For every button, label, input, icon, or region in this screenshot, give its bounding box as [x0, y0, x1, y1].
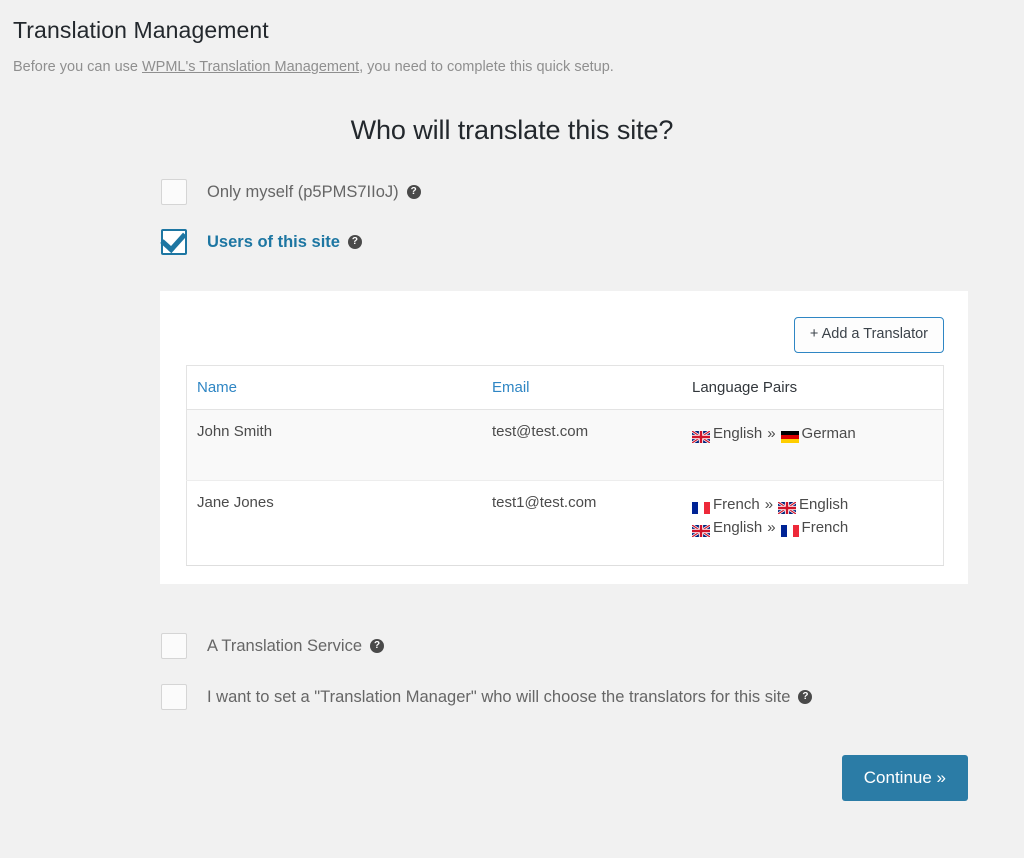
column-header-language-pairs: Language Pairs: [682, 365, 944, 410]
wpml-translation-management-link[interactable]: WPML's Translation Management: [142, 59, 359, 75]
option-text-users-of-this-site: Users of this site: [207, 232, 340, 251]
flag-fr-icon: [692, 499, 710, 514]
translators-table-header-row: Name Email Language Pairs: [186, 365, 944, 410]
checkbox-translation-service[interactable]: [161, 633, 187, 659]
language-to: French: [801, 518, 849, 536]
flag-fr-icon: [780, 522, 799, 537]
pair-arrow-icon: »: [764, 495, 774, 513]
column-header-name[interactable]: Name: [186, 365, 482, 410]
checkbox-translation-manager[interactable]: [161, 684, 187, 710]
translator-options-group: Only myself (p5PMS7IIoJ) ? Users of this…: [0, 176, 1024, 258]
language-from: French: [713, 495, 760, 513]
option-text-only-myself: Only myself (p5PMS7IIoJ): [207, 182, 399, 201]
continue-button-wrap: Continue »: [841, 755, 968, 801]
cell-name: John Smith: [186, 409, 482, 481]
column-header-email[interactable]: Email: [482, 365, 682, 410]
continue-button[interactable]: Continue »: [841, 755, 968, 801]
help-icon-only-myself[interactable]: ?: [406, 185, 421, 200]
language-from: English: [713, 518, 763, 536]
translators-table: Name Email Language Pairs John Smith tes…: [186, 364, 944, 566]
cell-email: test@test.com: [482, 409, 682, 481]
option-label-translation-manager[interactable]: I want to set a "Translation Manager" wh…: [207, 687, 813, 707]
page-header: Translation Management Before you can us…: [0, 0, 1024, 77]
flag-uk-icon: [777, 499, 797, 515]
table-row: John Smith test@test.com English » Germa…: [186, 409, 944, 481]
checkbox-users-of-this-site[interactable]: [161, 229, 187, 256]
flag-uk-icon: [691, 522, 711, 538]
page-subtitle: Before you can use WPML's Translation Ma…: [13, 57, 1024, 77]
translators-table-body: John Smith test@test.com English » Germa…: [186, 409, 944, 565]
language-pair: French » English: [692, 494, 943, 516]
option-label-users-of-this-site[interactable]: Users of this site ?: [207, 233, 362, 252]
flag-de-icon: [780, 428, 799, 443]
cell-email: test1@test.com: [482, 480, 682, 565]
translators-panel: + Add a Translator Name Email Language P…: [160, 291, 968, 584]
translators-panel-inner: + Add a Translator Name Email Language P…: [160, 291, 968, 566]
option-row-users-of-this-site[interactable]: Users of this site ?: [161, 226, 1024, 258]
add-translator-button[interactable]: + Add a Translator: [793, 317, 944, 353]
language-to: English: [799, 495, 849, 513]
option-label-translation-service[interactable]: A Translation Service ?: [207, 637, 384, 656]
option-text-translation-service: A Translation Service: [207, 636, 362, 655]
option-row-translation-manager[interactable]: I want to set a "Translation Manager" wh…: [161, 681, 813, 713]
option-label-only-myself[interactable]: Only myself (p5PMS7IIoJ) ?: [207, 183, 421, 202]
additional-options-group: A Translation Service ? I want to set a …: [161, 630, 813, 732]
option-row-translation-service[interactable]: A Translation Service ?: [161, 630, 812, 662]
pair-arrow-icon: »: [767, 424, 776, 442]
cell-name: Jane Jones: [186, 480, 482, 565]
section-heading: Who will translate this site?: [350, 115, 674, 146]
option-text-translation-manager: I want to set a "Translation Manager" wh…: [207, 687, 791, 706]
table-row: Jane Jones test1@test.com French » Engli…: [186, 480, 944, 565]
page-title: Translation Management: [13, 17, 269, 43]
subtitle-text-after: , you need to complete this quick setup.: [359, 58, 614, 75]
language-pair: English » French: [691, 517, 943, 539]
cell-language-pairs: English » German: [682, 409, 944, 481]
checkbox-only-myself[interactable]: [161, 179, 187, 206]
pair-arrow-icon: »: [767, 518, 776, 536]
help-icon-translation-service[interactable]: ?: [370, 639, 384, 653]
subtitle-text-before: Before you can use: [13, 58, 142, 75]
cell-language-pairs: French » English English » French: [682, 480, 944, 565]
language-from: English: [713, 424, 763, 442]
option-row-only-myself[interactable]: Only myself (p5PMS7IIoJ) ?: [161, 176, 1024, 208]
help-icon-users-of-this-site[interactable]: ?: [347, 235, 362, 250]
translators-table-head: Name Email Language Pairs: [186, 365, 944, 410]
language-to: German: [801, 424, 856, 442]
help-icon-translation-manager[interactable]: ?: [798, 690, 813, 704]
flag-uk-icon: [691, 428, 711, 444]
add-translator-toolbar: + Add a Translator: [186, 317, 944, 353]
language-pair: English » German: [691, 423, 943, 445]
